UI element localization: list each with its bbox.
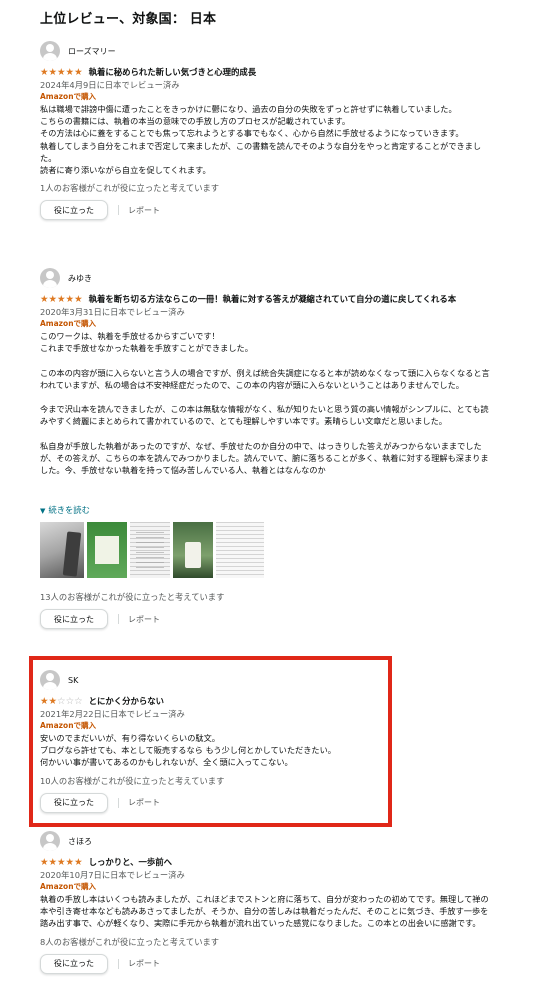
review-date: 2024年4月9日に日本でレビュー済み [40,80,180,90]
verified-purchase-badge: Amazonで購入 [40,92,97,101]
helpful-count: 13人のお客様がこれが役に立ったと考えています [40,592,225,602]
review-title[interactable]: 執着を断ち切る方法ならこの一冊！執着に対する答えが凝縮されていて自分の道に戻して… [89,294,457,304]
reviewer-profile[interactable]: みゆき [40,267,495,289]
review-body-line: この本の内容が頭に入らないと言う人の場合ですが、例えば統合失調症になると本が読め… [40,367,490,390]
review-body-line: 読者に寄り添いながら自立を促してくれます。 [40,165,211,176]
review-body-line: こちらの書籍には、執着の本当の意味での手放し方のプロセスが記載されています。 [40,116,351,127]
review-body-line: 執着の手放し本はいくつも読みましたが、これほどまでストンと府に落ちて、自分が変わ… [40,894,489,929]
chevron-down-icon: ▼ [40,507,46,515]
review-date: 2020年10月7日に日本でレビュー済み [40,870,185,880]
review-title[interactable]: しっかりと、一歩前へ [89,857,172,867]
verified-purchase-badge: Amazonで購入 [40,882,97,891]
helpful-count: 1人のお客様がこれが役に立ったと考えています [40,183,220,194]
review-body-line: 私は職場で誹謗中傷に遭ったことをきっかけに鬱になり、過去の自分の失敗をずっと許せ… [40,104,457,114]
helpful-button[interactable]: 役に立った [40,200,108,221]
avatar [40,41,60,61]
review-card: ローズマリー ★★★★★ 執着に秘められた新しい気づきと心理的成長 2024年4月… [40,40,495,221]
reviewer-profile[interactable]: ローズマリー [40,40,495,62]
helpful-count: 8人のお客様がこれが役に立ったと考えています [40,936,220,947]
review-body-line [40,428,495,440]
review-card: みゆき ★★★★★ 執着を断ち切る方法ならこの一冊！執着に対する答えが凝縮されてい… [40,267,495,629]
read-more-link[interactable]: ▼ 続きを読む [40,504,495,517]
review-body-line: 私自身が手放した執着があったのですが、なぜ、手放せたのか自分の中で、はっきりした… [40,440,489,476]
divider [118,958,119,969]
review-title[interactable]: 執着に秘められた新しい気づきと心理的成長 [89,67,257,77]
review-image-thumbnail[interactable] [130,522,170,578]
read-more-label: 続きを読む [48,505,90,515]
star-rating-icon[interactable]: ★★★★★ [40,294,83,306]
review-image-thumbnail[interactable] [40,522,84,578]
review-title-row: ★★★★★ 執着を断ち切る方法ならこの一冊！執着に対する答えが凝縮されていて自分の… [40,293,495,306]
divider [118,614,119,624]
helpful-button[interactable]: 役に立った [40,609,108,629]
review-image-thumbnail[interactable] [173,522,213,578]
reviewer-profile[interactable]: さほろ [40,830,495,852]
helpful-button[interactable]: 役に立った [40,953,108,974]
review-actions: 役に立った レポート [40,609,495,629]
stars-filled: ★★★★★ [40,294,83,305]
review-body-line [40,354,495,366]
stars-filled: ★★★★★ [40,857,83,868]
report-link[interactable]: レポート [128,205,160,216]
review-body-line: このワークは、執着を手放せるからすごいです！ [40,331,220,341]
review-body: このワークは、執着を手放せるからすごいです！ これまで手放せなかった執着を手放す… [40,330,495,502]
review-body-line: これまで手放せなかった執着を手放すことができました。 [40,343,253,354]
star-rating-icon[interactable]: ★★★★★ [40,857,83,869]
divider [118,205,119,216]
review-image-thumbnail[interactable] [216,522,264,578]
review-body-line: その方法は心に蓋をすることでも焦って忘れようとする事でもなく、心から自然に手放せ… [40,128,464,139]
review-body-line [40,391,495,403]
review-title-row: ★★★★★ しっかりと、一歩前へ [40,856,495,869]
avatar [40,268,60,288]
review-image-thumbnail[interactable] [87,522,127,578]
stars-filled: ★★★★★ [40,67,83,78]
review-actions: 役に立った レポート [40,953,495,974]
review-body: 執着の手放し本はいくつも読みましたが、これほどまでストンと府に落ちて、自分が変わ… [40,893,495,930]
review-body-line: 執着してしまう自分をこれまで否定して来ましたが、この書籍を読んでそのような自分を… [40,140,482,163]
reviewer-name: さほろ [68,836,92,846]
review-images [40,522,495,578]
report-link[interactable]: レポート [128,614,160,625]
review-body-line: 今まで沢山本を読んできましたが、この本は無駄な情報がなく、私が知りたいと思う質の… [40,404,489,427]
reviewer-name: みゆき [68,273,92,283]
review-title-row: ★★★★★ 執着に秘められた新しい気づきと心理的成長 [40,66,495,79]
highlight-box [29,656,392,827]
review-date: 2020年3月31日に日本でレビュー済み [40,307,185,317]
reviewer-name: ローズマリー [68,46,116,56]
review-card: さほろ ★★★★★ しっかりと、一歩前へ 2020年10月7日に日本でレビュー済み… [40,830,495,974]
star-rating-icon[interactable]: ★★★★★ [40,67,83,79]
avatar [40,831,60,851]
report-link[interactable]: レポート [128,958,160,969]
verified-purchase-badge: Amazonで購入 [40,319,97,328]
review-body: 私は職場で誹謗中傷に遭ったことをきっかけに鬱になり、過去の自分の失敗をずっと許せ… [40,103,495,176]
review-actions: 役に立った レポート [40,200,495,221]
page-title: 上位レビュー、対象国： 日本 [40,12,217,27]
